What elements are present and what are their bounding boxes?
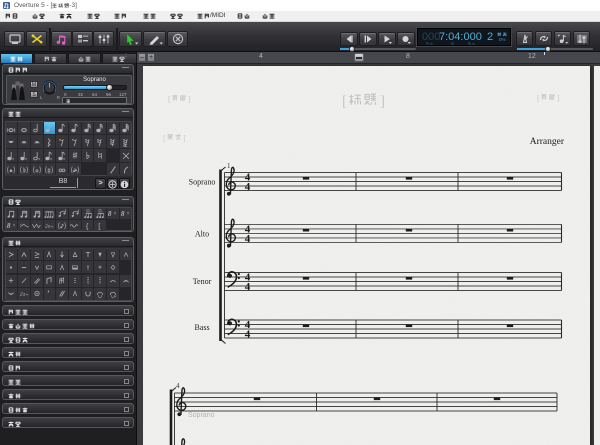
svg-text:{: {: [85, 221, 88, 230]
svg-text:8: 8: [121, 210, 125, 218]
svg-text:4: 4: [245, 181, 251, 193]
svg-text:’: ’: [48, 289, 51, 298]
svg-text:Tenor: Tenor: [193, 277, 212, 286]
svg-text:]: ]: [183, 134, 186, 143]
svg-text:]: ]: [557, 94, 560, 103]
svg-text:4: 4: [245, 329, 251, 341]
svg-text:2a: 2a: [20, 292, 26, 298]
svg-text:[: [: [163, 134, 166, 143]
svg-text:Soprano: Soprano: [188, 412, 215, 419]
svg-text:Alto: Alto: [195, 230, 209, 239]
svg-text:Arranger: Arranger: [530, 137, 565, 147]
svg-text:4: 4: [245, 233, 251, 245]
svg-text:4: 4: [245, 281, 251, 293]
svg-text:[: [: [99, 221, 102, 230]
svg-text:[: [: [342, 94, 347, 110]
svg-text:8: 8: [108, 210, 112, 218]
svg-text:[: [: [537, 94, 540, 103]
svg-text:Bass: Bass: [194, 323, 209, 332]
svg-text:8: 8: [7, 222, 11, 230]
svg-text:1: 1: [227, 162, 231, 170]
svg-text:Soprano: Soprano: [189, 178, 216, 187]
svg-text:[: [: [168, 95, 171, 104]
svg-text:]: ]: [188, 95, 191, 104]
svg-text:4: 4: [176, 382, 180, 390]
svg-text:2a: 2a: [45, 223, 51, 229]
svg-text:]: ]: [380, 94, 385, 110]
